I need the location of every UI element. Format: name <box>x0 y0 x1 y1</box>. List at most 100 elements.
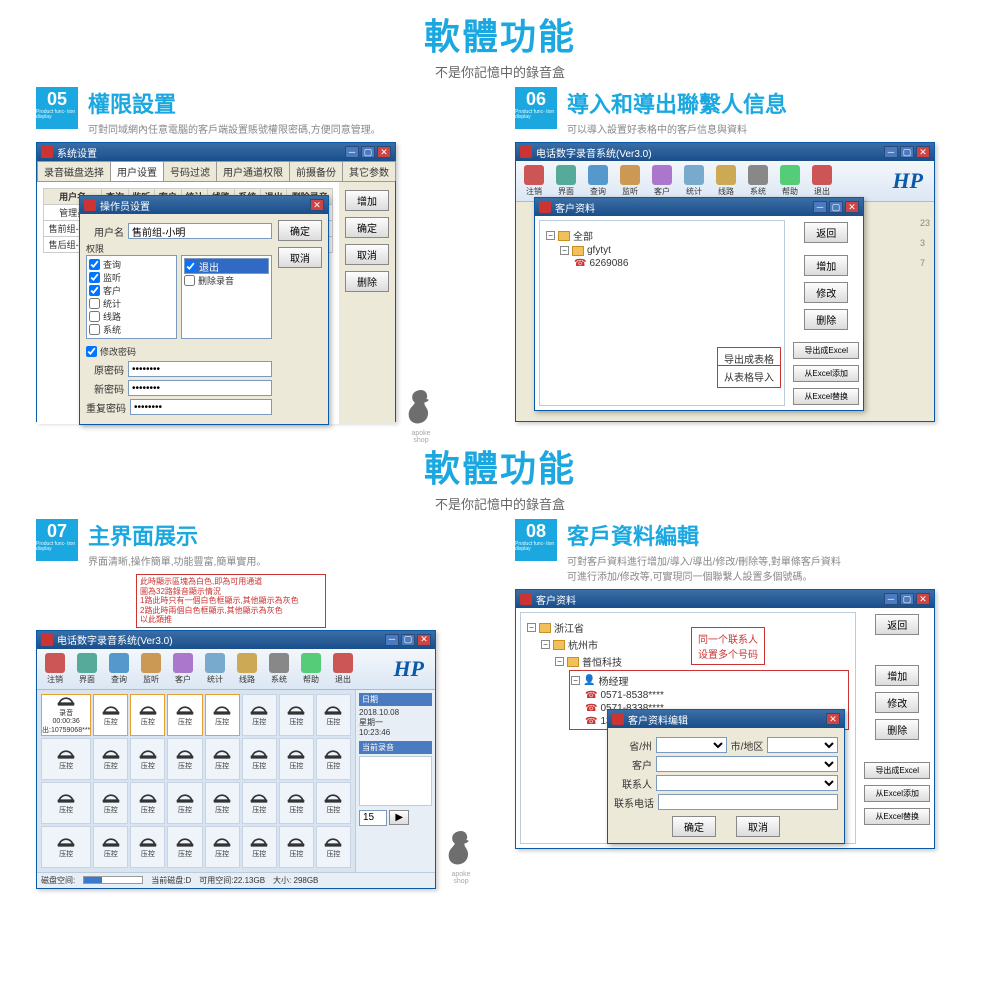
minimize-button[interactable]: ─ <box>813 201 827 213</box>
channel-cell[interactable]: 压控 <box>167 826 202 868</box>
channel-cell[interactable]: 压控 <box>167 782 202 824</box>
tb-ui[interactable]: 界面 <box>551 164 581 198</box>
tb-lines[interactable]: 线路 <box>232 652 262 686</box>
maximize-button[interactable]: ▢ <box>401 634 415 646</box>
replace-excel-button[interactable]: 从Excel替换 <box>864 808 930 825</box>
tb-query[interactable]: 查询 <box>104 652 134 686</box>
perm-check[interactable] <box>89 311 100 322</box>
export-excel-button[interactable]: 导出成Excel <box>864 762 930 779</box>
delete-button[interactable]: 删除 <box>804 309 848 330</box>
tb-monitor[interactable]: 监听 <box>615 164 645 198</box>
tb-ui[interactable]: 界面 <box>72 652 102 686</box>
tb-customer[interactable]: 客户 <box>168 652 198 686</box>
channel-cell[interactable]: 压控 <box>93 738 128 780</box>
channel-cell[interactable]: 压控 <box>93 782 128 824</box>
tb-lines[interactable]: 线路 <box>711 164 741 198</box>
customer-select[interactable] <box>656 756 838 772</box>
newpwd-input[interactable] <box>128 380 272 396</box>
reppwd-input[interactable] <box>130 399 272 415</box>
tab-channel[interactable]: 用户通道权限 <box>216 161 290 181</box>
tb-customer[interactable]: 客户 <box>647 164 677 198</box>
titlebar[interactable]: 客户资料 ─▢✕ <box>516 590 934 608</box>
tb-logout[interactable]: 注销 <box>519 164 549 198</box>
customer-tree[interactable]: −浙江省 −杭州市 −普恒科技 −👤杨经理 ☎0571-8538**** ☎05… <box>520 612 856 844</box>
import-excel-button[interactable]: 从Excel添加 <box>793 365 859 382</box>
add-button[interactable]: 增加 <box>804 255 848 276</box>
export-excel-button[interactable]: 导出成Excel <box>793 342 859 359</box>
maximize-button[interactable]: ▢ <box>900 593 914 605</box>
delete-button[interactable]: 删除 <box>345 271 389 292</box>
ok-button[interactable]: 确定 <box>278 220 322 241</box>
close-button[interactable]: ✕ <box>310 199 324 211</box>
expand-icon[interactable]: − <box>560 246 569 255</box>
tab-users[interactable]: 用户设置 <box>110 161 164 181</box>
tb-stats[interactable]: 统计 <box>679 164 709 198</box>
channel-cell[interactable]: 压控 <box>130 694 165 736</box>
titlebar[interactable]: 客户资料编辑 ✕ <box>608 710 844 728</box>
perm-check[interactable] <box>184 275 195 286</box>
tb-exit[interactable]: 退出 <box>807 164 837 198</box>
channel-cell[interactable]: 压控 <box>242 826 277 868</box>
ok-button[interactable]: 确定 <box>345 217 389 238</box>
minimize-button[interactable]: ─ <box>884 593 898 605</box>
tb-logout[interactable]: 注销 <box>40 652 70 686</box>
tb-help[interactable]: 帮助 <box>775 164 805 198</box>
minimize-button[interactable]: ─ <box>385 634 399 646</box>
channel-cell[interactable]: 压控 <box>205 782 240 824</box>
contact-select[interactable] <box>656 775 838 791</box>
tb-stats[interactable]: 统计 <box>200 652 230 686</box>
channel-cell[interactable]: 压控 <box>167 694 202 736</box>
perm-check[interactable] <box>89 324 100 335</box>
oldpwd-input[interactable] <box>128 361 272 377</box>
ok-button[interactable]: 确定 <box>672 816 716 837</box>
channel-cell[interactable]: 压控 <box>93 826 128 868</box>
close-button[interactable]: ✕ <box>826 713 840 725</box>
expand-icon[interactable]: − <box>546 231 555 240</box>
expand-icon[interactable]: − <box>527 623 536 632</box>
perm-check[interactable] <box>185 261 196 272</box>
tb-help[interactable]: 帮助 <box>296 652 326 686</box>
channel-cell[interactable]: 压控 <box>279 782 314 824</box>
channel-cell[interactable]: 压控 <box>41 782 91 824</box>
replace-excel-button[interactable]: 从Excel替换 <box>793 388 859 405</box>
tb-query[interactable]: 查询 <box>583 164 613 198</box>
close-button[interactable]: ✕ <box>916 593 930 605</box>
tb-system[interactable]: 系统 <box>743 164 773 198</box>
channel-cell[interactable]: 压控 <box>242 738 277 780</box>
expand-icon[interactable]: − <box>555 657 564 666</box>
titlebar[interactable]: 客户资料 ─▢✕ <box>535 198 863 216</box>
tab-disk[interactable]: 录音磁盘选择 <box>37 161 111 181</box>
tab-backup[interactable]: 前摄备份 <box>289 161 343 181</box>
channel-cell[interactable]: 压控 <box>41 826 91 868</box>
page-input[interactable] <box>359 810 387 826</box>
perm-check[interactable] <box>89 272 100 283</box>
channel-cell[interactable]: 压控 <box>279 738 314 780</box>
titlebar[interactable]: 操作员设置 ✕ <box>80 196 328 214</box>
phone-input[interactable] <box>658 794 838 810</box>
add-button[interactable]: 增加 <box>875 665 919 686</box>
minimize-button[interactable]: ─ <box>884 146 898 158</box>
channel-cell[interactable]: 压控 <box>93 694 128 736</box>
titlebar[interactable]: 电话数字录音系统(Ver3.0) ─▢✕ <box>516 143 934 161</box>
cancel-button[interactable]: 取消 <box>736 816 780 837</box>
delete-button[interactable]: 删除 <box>875 719 919 740</box>
maximize-button[interactable]: ▢ <box>900 146 914 158</box>
titlebar[interactable]: 系统设置 ─ ▢ ✕ <box>37 143 395 161</box>
channel-cell[interactable]: 压控 <box>130 738 165 780</box>
change-pwd-check[interactable] <box>86 346 97 357</box>
modify-button[interactable]: 修改 <box>875 692 919 713</box>
close-button[interactable]: ✕ <box>845 201 859 213</box>
tb-exit[interactable]: 退出 <box>328 652 358 686</box>
channel-cell[interactable]: 压控 <box>41 738 91 780</box>
tb-system[interactable]: 系统 <box>264 652 294 686</box>
modify-button[interactable]: 修改 <box>804 282 848 303</box>
channel-cell[interactable]: 压控 <box>316 782 351 824</box>
expand-icon[interactable]: − <box>571 676 580 685</box>
channel-cell[interactable]: 压控 <box>167 738 202 780</box>
channel-cell[interactable]: 压控 <box>205 738 240 780</box>
channel-cell[interactable]: 录音00:00:36出:10759068*** <box>41 694 91 736</box>
channel-cell[interactable]: 压控 <box>242 782 277 824</box>
perm-check[interactable] <box>89 259 100 270</box>
channel-cell[interactable]: 压控 <box>130 826 165 868</box>
perm-check[interactable] <box>89 298 100 309</box>
